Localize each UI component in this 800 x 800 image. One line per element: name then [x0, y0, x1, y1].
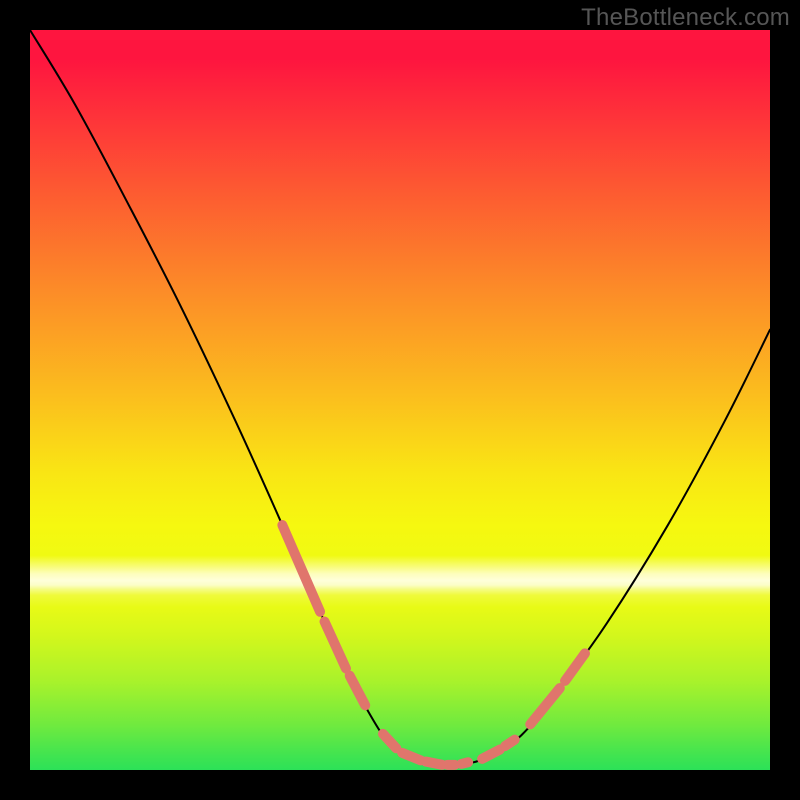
- curve-dash: [505, 740, 515, 746]
- curve-dash: [530, 688, 560, 724]
- curve-dash: [482, 750, 500, 759]
- chart-frame: TheBottleneck.com: [0, 0, 800, 800]
- watermark-text: TheBottleneck.com: [581, 4, 790, 32]
- bottleneck-curve: [30, 30, 770, 766]
- chart-plot-area: [30, 30, 770, 770]
- curve-dash: [565, 653, 585, 681]
- curve-dash: [282, 525, 320, 612]
- chart-svg: [30, 30, 770, 770]
- curve-dash: [350, 676, 366, 706]
- curve-dash: [402, 753, 421, 760]
- curve-dash: [461, 762, 468, 764]
- curve-dash: [426, 762, 442, 765]
- curve-dash: [383, 734, 396, 748]
- curve-dash-markers: [282, 525, 585, 765]
- curve-dash: [325, 622, 346, 669]
